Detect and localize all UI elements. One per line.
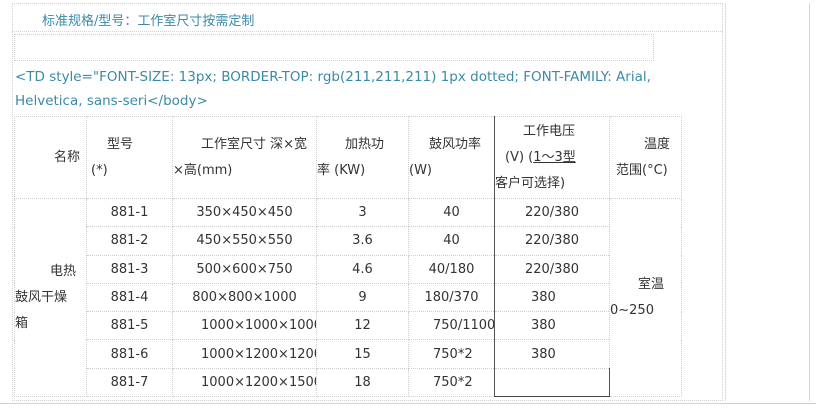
cell-size: 350×450×450 bbox=[172, 197, 317, 228]
cell-model: 881-5 bbox=[86, 311, 173, 341]
cell-fan: 750*2 bbox=[408, 339, 495, 369]
cell-model: 881-3 bbox=[86, 254, 173, 284]
header-name: 名称 bbox=[14, 116, 87, 199]
cell-size: 1000×1200×1200 bbox=[172, 339, 317, 369]
cell-heat: 18 bbox=[316, 367, 409, 398]
cell-size: 1000×1000×1000 bbox=[172, 311, 317, 341]
header-chamber-size: 工作室尺寸 深×宽 ×高(mm) bbox=[172, 116, 317, 199]
cell-fan: 40 bbox=[408, 197, 495, 228]
table-row: 881-6 1000×1200×1200 15 750*2 380 bbox=[15, 339, 682, 369]
cell-size: 500×600×750 bbox=[172, 254, 317, 284]
cell-heat: 3 bbox=[316, 197, 409, 228]
title-divider bbox=[12, 31, 723, 32]
cell-fan: 750*2 bbox=[408, 367, 495, 398]
cell-heat: 3.6 bbox=[316, 226, 409, 256]
header-heating-power: 加热功 率 (KW) bbox=[316, 116, 409, 199]
spec-table: 名称 型号 (*) 工作室尺寸 深×宽 ×高(mm) 加热功 率 (KW) 鼓风… bbox=[14, 116, 682, 398]
table-row: 881-4 800×800×1000 9 180/370 380 bbox=[15, 282, 682, 313]
cell-model: 881-6 bbox=[86, 339, 173, 369]
bottom-divider bbox=[0, 403, 816, 404]
table-header-row: 名称 型号 (*) 工作室尺寸 深×宽 ×高(mm) 加热功 率 (KW) 鼓风… bbox=[14, 116, 682, 199]
header-voltage: 工作电压 (V) (1～3型 客户可选择) bbox=[494, 116, 610, 199]
cell-fan: 40/180 bbox=[408, 254, 495, 284]
cell-voltage: 220/380 bbox=[494, 254, 610, 284]
cell-size: 450×550×550 bbox=[172, 226, 317, 256]
table-row: 881-2 450×550×550 3.6 40 220/380 bbox=[15, 226, 682, 256]
cell-fan: 40 bbox=[408, 226, 495, 256]
cell-voltage: 380 bbox=[494, 311, 610, 341]
cell-heat: 15 bbox=[316, 339, 409, 369]
cell-model: 881-4 bbox=[86, 282, 173, 313]
header-fan-power: 鼓风功率 (W) bbox=[408, 116, 495, 199]
cell-model: 881-2 bbox=[86, 226, 173, 256]
cell-heat: 9 bbox=[316, 282, 409, 313]
cell-voltage: 220/380 bbox=[494, 226, 610, 256]
cell-fan: 750/1100 bbox=[408, 311, 495, 341]
cell-heat: 4.6 bbox=[316, 254, 409, 284]
cell-voltage: 380 bbox=[494, 339, 610, 369]
table-row: 电热 鼓风干燥 箱 881-1 350×450×450 3 40 220/380… bbox=[14, 197, 682, 398]
spec-title: 标准规格/型号：工作室尺寸按需定制 bbox=[42, 14, 255, 29]
cell-size: 800×800×1000 bbox=[172, 282, 317, 313]
table-row: 881-7 1000×1200×1500 18 750*2 bbox=[15, 367, 682, 398]
table-row: 881-5 1000×1000×1000 12 750/1100 380 bbox=[15, 311, 682, 341]
table-row: 881-3 500×600×750 4.6 40/180 220/380 bbox=[15, 254, 682, 284]
cell-heat: 12 bbox=[316, 311, 409, 341]
empty-cell-box bbox=[14, 34, 654, 61]
cell-voltage bbox=[494, 367, 610, 398]
cell-model: 881-7 bbox=[86, 367, 173, 398]
header-temp-range: 温度 范围(°C) bbox=[609, 116, 682, 199]
cell-fan: 180/370 bbox=[408, 282, 495, 313]
cell-size: 1000×1200×1500 bbox=[172, 367, 317, 398]
cell-voltage: 380 bbox=[494, 282, 610, 313]
product-name-cell: 电热 鼓风干燥 箱 bbox=[14, 197, 87, 398]
right-empty-column bbox=[725, 3, 810, 401]
raw-code-text: <TD style="FONT-SIZE: 13px; BORDER-TOP: … bbox=[15, 69, 651, 109]
cell-voltage: 220/380 bbox=[494, 197, 610, 228]
cell-model: 881-1 bbox=[86, 197, 173, 228]
header-model: 型号 (*) bbox=[86, 116, 173, 199]
temp-range-cell: 室温 0~250 bbox=[609, 197, 682, 398]
